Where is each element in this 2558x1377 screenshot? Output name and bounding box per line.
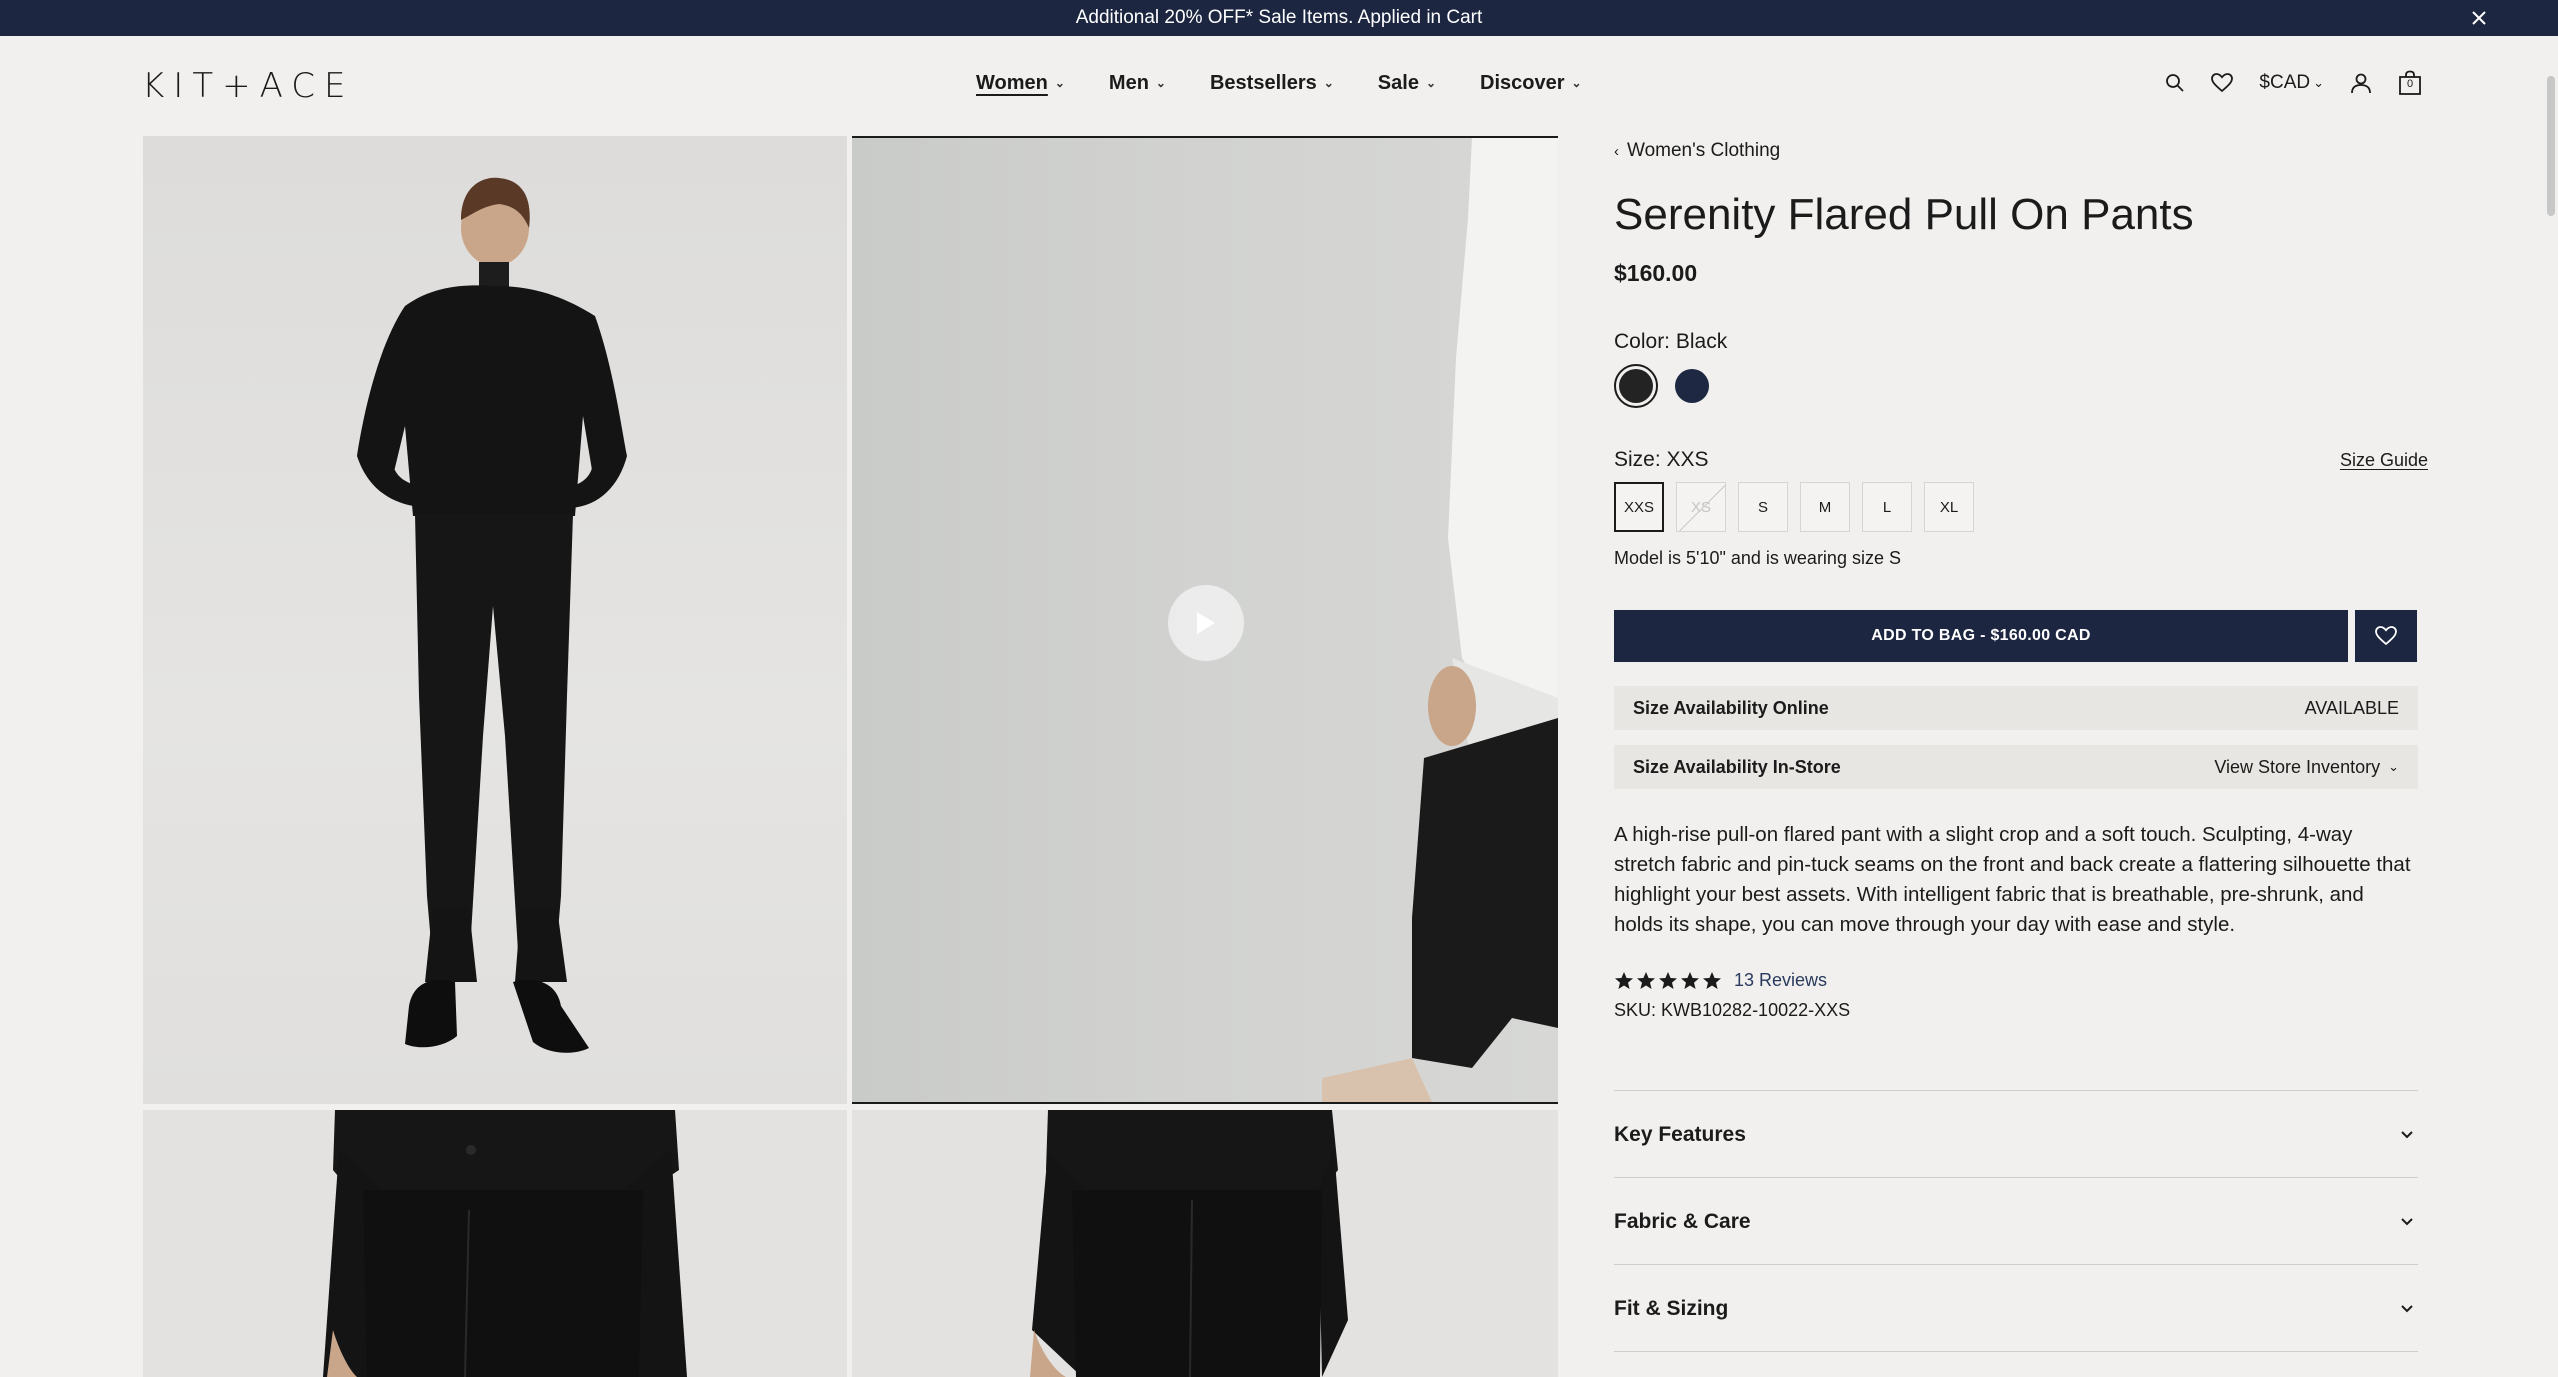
availability-online-label: Size Availability Online	[1633, 697, 1829, 718]
size-option-xs[interactable]: XS	[1676, 482, 1726, 532]
availability-store[interactable]: Size Availability In-Store View Store In…	[1614, 745, 2418, 789]
header-tools: $CAD ⌄ 0	[2165, 70, 2422, 96]
search-icon[interactable]	[2165, 73, 2185, 93]
color-swatches	[1614, 364, 1714, 408]
chevron-down-icon: ⌄	[1571, 75, 1582, 90]
chevron-down-icon	[2401, 1130, 2413, 1138]
close-icon[interactable]	[2466, 5, 2492, 31]
chevron-down-icon	[2401, 1217, 2413, 1225]
logo[interactable]: KIT+ACE	[142, 66, 354, 106]
product-image-front[interactable]	[143, 136, 847, 1104]
divider	[1614, 1351, 2418, 1352]
product-image-detail-1[interactable]	[143, 1110, 847, 1377]
scrollbar[interactable]	[2544, 36, 2558, 1377]
chevron-down-icon	[2401, 1304, 2413, 1312]
reviews-link[interactable]: 13 Reviews	[1734, 970, 1827, 991]
accordion-label: Fabric & Care	[1614, 1209, 1751, 1233]
nav-label: Men	[1108, 72, 1149, 94]
star-icon	[1703, 971, 1721, 989]
nav-label: Discover	[1480, 72, 1565, 94]
store-link-label: View Store Inventory	[2214, 756, 2381, 777]
add-to-bag-button[interactable]: ADD TO BAG - $160.00 CAD	[1614, 610, 2348, 662]
star-icon	[1615, 971, 1633, 989]
swatch-fill	[1619, 369, 1653, 403]
detail-figure	[323, 1110, 687, 1377]
accordion-label: Key Features	[1614, 1122, 1746, 1146]
bag-count: 0	[2406, 78, 2414, 90]
nav-item-discover[interactable]: Discover ⌄	[1480, 72, 1582, 95]
chevron-down-icon: ⌄	[1323, 75, 1334, 90]
nav-item-women[interactable]: Women ⌄	[976, 72, 1065, 95]
color-swatch-navy[interactable]	[1670, 364, 1714, 408]
breadcrumb-label: Women's Clothing	[1627, 140, 1781, 161]
chevron-down-icon: ⌄	[1425, 75, 1437, 90]
product-video[interactable]	[852, 136, 1558, 1104]
size-option-m[interactable]: M	[1800, 482, 1850, 532]
promo-banner: Additional 20% OFF* Sale Items. Applied …	[0, 0, 2558, 36]
detail-figure	[1030, 1110, 1348, 1377]
star-icon	[1637, 971, 1655, 989]
chevron-left-icon: ‹	[1614, 142, 1619, 160]
accordion-key-features[interactable]: Key Features	[1614, 1090, 2418, 1178]
chevron-down-icon: ⌄	[2313, 75, 2324, 90]
play-icon[interactable]	[1168, 585, 1244, 661]
wishlist-button[interactable]	[2355, 610, 2417, 662]
chevron-down-icon: ⌄	[1155, 75, 1166, 90]
nav-item-sale[interactable]: Sale ⌄	[1378, 72, 1436, 95]
promo-text: Additional 20% OFF* Sale Items. Applied …	[1075, 7, 1483, 28]
nav-item-men[interactable]: Men ⌄	[1109, 72, 1166, 95]
account-icon[interactable]	[2350, 72, 2372, 94]
scrollbar-thumb[interactable]	[2547, 76, 2555, 216]
color-label: Color: Black	[1614, 330, 1728, 353]
size-option-s[interactable]: S	[1738, 482, 1788, 532]
product-description: A high-rise pull-on flared pant with a s…	[1614, 823, 2411, 936]
availability-online-value: AVAILABLE	[2304, 697, 2399, 718]
product-image-detail-2[interactable]	[852, 1110, 1558, 1377]
bag-icon[interactable]: 0	[2398, 70, 2422, 96]
availability-online: Size Availability Online AVAILABLE	[1614, 686, 2418, 730]
nav-item-bestsellers[interactable]: Bestsellers ⌄	[1210, 72, 1334, 95]
size-option-xxs[interactable]: XXS	[1614, 482, 1664, 532]
view-store-inventory-link[interactable]: View Store Inventory ⌄	[2214, 757, 2399, 778]
size-option-l[interactable]: L	[1862, 482, 1912, 532]
swatch-fill	[1675, 369, 1709, 403]
product-title: Serenity Flared Pull On Pants	[1614, 190, 2194, 239]
size-options: XXS XS S M L XL	[1614, 482, 1974, 532]
accordion-label: Fit & Sizing	[1614, 1296, 1729, 1320]
size-option-xl[interactable]: XL	[1924, 482, 1974, 532]
availability-store-label: Size Availability In-Store	[1633, 756, 1841, 777]
star-icon	[1659, 971, 1677, 989]
product-price: $160.00	[1614, 260, 1698, 286]
model-figure	[357, 177, 627, 1053]
currency-selector[interactable]: $CAD ⌄	[2259, 72, 2324, 94]
star-icon	[1681, 971, 1699, 989]
size-label: Size: XXS	[1614, 448, 1709, 471]
chevron-down-icon: ⌄	[2388, 759, 2399, 774]
nav-label: Sale	[1377, 72, 1419, 94]
main-nav: Women ⌄ Men ⌄ Bestsellers ⌄ Sale ⌄ Disco…	[976, 72, 1626, 95]
accordion-fit-sizing[interactable]: Fit & Sizing	[1614, 1264, 2418, 1352]
color-swatch-black[interactable]	[1614, 364, 1658, 408]
size-guide-link[interactable]: Size Guide	[2340, 450, 2428, 471]
nav-label: Women	[976, 72, 1048, 94]
currency-label: $CAD	[2259, 72, 2311, 93]
model-note: Model is 5'10" and is wearing size S	[1614, 548, 1901, 568]
chevron-down-icon: ⌄	[1054, 75, 1065, 90]
breadcrumb[interactable]: ‹ Women's Clothing	[1614, 140, 1780, 162]
heart-icon	[2375, 626, 2397, 646]
sku: SKU: KWB10282-10022-XXS	[1614, 1000, 1851, 1020]
nav-label: Bestsellers	[1209, 72, 1317, 94]
star-rating	[1614, 971, 1722, 991]
accordion-fabric-care[interactable]: Fabric & Care	[1614, 1177, 2418, 1265]
site-header: KIT+ACE Women ⌄ Men ⌄ Bestsellers ⌄ Sale…	[0, 36, 2558, 136]
heart-icon[interactable]	[2211, 73, 2234, 93]
rating: 13 Reviews	[1614, 970, 1827, 991]
